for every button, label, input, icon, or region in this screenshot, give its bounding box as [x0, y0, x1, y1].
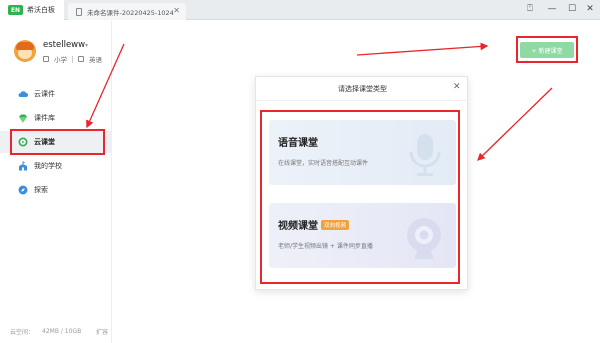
subject-icon — [78, 56, 84, 62]
dialog-close-icon[interactable]: ✕ — [453, 82, 461, 92]
document-tab-close-icon[interactable]: ✕ — [173, 6, 180, 15]
close-window-icon[interactable]: ✕ — [584, 3, 596, 15]
storage-expand-link[interactable]: 扩容 — [96, 327, 108, 336]
cloud-icon — [18, 89, 28, 99]
storage-label: 云空间： — [10, 329, 35, 336]
avatar-hair — [16, 42, 34, 50]
sidebar: estelleww ▾ 小学 英语 云课件 课件库 云课堂 我的学校 探索 云空… — [0, 21, 112, 343]
school-icon — [18, 161, 28, 171]
sidebar-item-my-school[interactable]: 我的学校 — [0, 155, 111, 177]
grade-icon — [43, 56, 49, 62]
document-icon — [76, 7, 82, 16]
help-icon[interactable]: ⍞ — [524, 3, 536, 15]
storage-info: 云空间： 42MB / 10GB — [10, 327, 81, 336]
minimize-icon[interactable]: — — [546, 3, 558, 15]
chevron-down-icon[interactable]: ▾ — [85, 42, 88, 49]
user-meta: 小学 英语 — [43, 54, 102, 64]
app-logo: EN — [8, 5, 23, 15]
sidebar-item-label: 云课件 — [34, 90, 55, 98]
sidebar-item-cloud-courseware[interactable]: 云课件 — [0, 83, 111, 105]
app-name: 希沃白板 — [27, 6, 55, 14]
document-tab[interactable]: 未命名课件-20220425-1024 ✕ — [68, 3, 186, 20]
sidebar-item-label: 课件库 — [34, 114, 55, 122]
annotation-box-cards — [260, 110, 460, 284]
dialog-title: 请选择课堂类型 — [338, 85, 387, 93]
app-tab[interactable]: EN 希沃白板 — [0, 0, 64, 20]
document-tab-label: 未命名课件-20220425-1024 — [87, 8, 174, 17]
compass-icon — [18, 185, 28, 195]
user-subject: 英语 — [89, 56, 102, 64]
sidebar-item-label: 我的学校 — [34, 162, 62, 170]
diamond-icon — [18, 113, 28, 123]
maximize-icon[interactable]: ☐ — [566, 3, 578, 15]
storage-value: 42MB / 10GB — [42, 328, 82, 335]
sidebar-item-explore[interactable]: 探索 — [0, 179, 111, 201]
avatar[interactable] — [14, 40, 36, 62]
sidebar-item-courseware-library[interactable]: 课件库 — [0, 107, 111, 129]
annotation-box-new-button — [516, 36, 578, 63]
dialog-divider — [256, 100, 469, 101]
meta-divider — [72, 55, 73, 63]
username[interactable]: estelleww — [43, 40, 85, 50]
title-bar: EN 希沃白板 未命名课件-20220425-1024 ✕ ⍞ — ☐ ✕ — [0, 0, 600, 20]
sidebar-item-label: 探索 — [34, 186, 48, 194]
user-grade: 小学 — [54, 56, 67, 64]
annotation-box-sidebar — [10, 129, 105, 155]
